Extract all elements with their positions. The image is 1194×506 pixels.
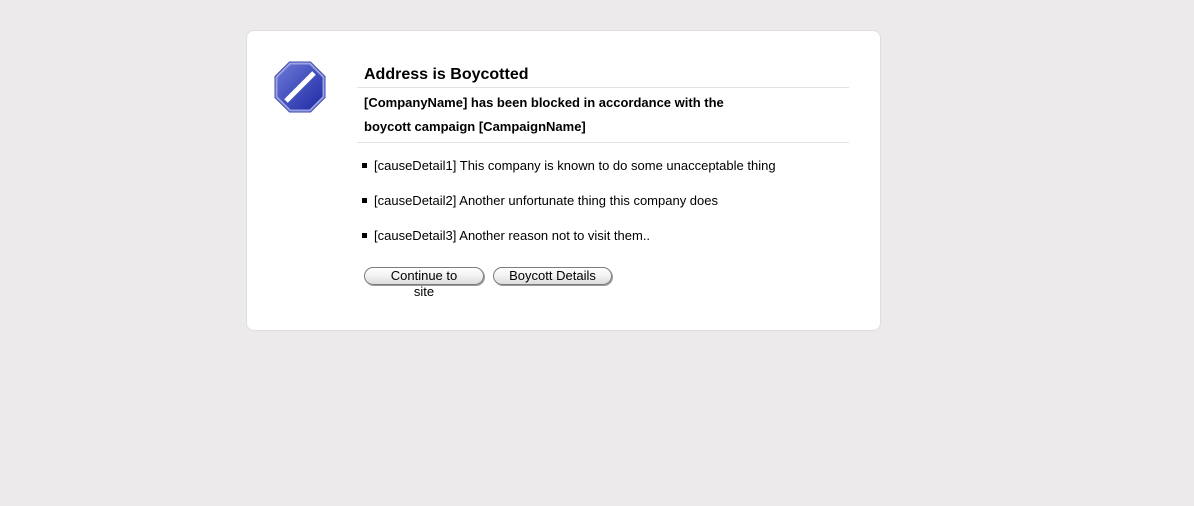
message-divider	[357, 142, 849, 143]
boycott-dialog: Address is Boycotted [CompanyName] has b…	[246, 30, 881, 331]
bullet-icon	[362, 233, 367, 238]
bullet-icon	[362, 163, 367, 168]
cause-item: [causeDetail3] Another reason not to vis…	[362, 227, 849, 262]
cause-text: [causeDetail1] This company is known to …	[374, 158, 776, 173]
cause-item: [causeDetail1] This company is known to …	[362, 157, 849, 192]
continue-to-site-button[interactable]: Continue to site	[364, 267, 484, 299]
button-row: Continue to site Boycott Details	[364, 267, 612, 299]
cause-text: [causeDetail3] Another reason not to vis…	[374, 228, 651, 243]
cause-item: [causeDetail2] Another unfortunate thing…	[362, 192, 849, 227]
boycott-details-button[interactable]: Boycott Details	[493, 267, 612, 285]
bullet-icon	[362, 198, 367, 203]
dialog-title: Address is Boycotted	[364, 66, 529, 83]
block-message-line1: [CompanyName] has been blocked in accord…	[364, 95, 724, 110]
block-message: [CompanyName] has been blocked in accord…	[357, 88, 744, 142]
block-message-line2: boycott campaign [CampaignName]	[364, 119, 586, 134]
no-entry-sign-icon	[274, 61, 326, 113]
cause-text: [causeDetail2] Another unfortunate thing…	[374, 193, 718, 208]
cause-list: [causeDetail1] This company is known to …	[357, 157, 849, 262]
dialog-content: Address is Boycotted [CompanyName] has b…	[357, 65, 849, 262]
